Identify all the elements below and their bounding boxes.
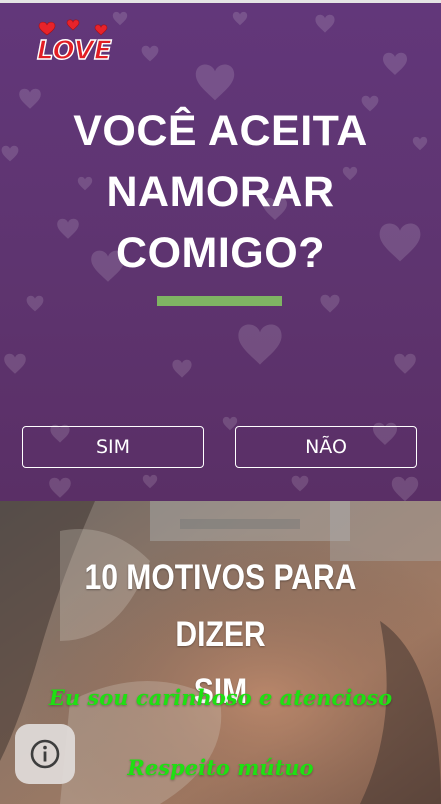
- reasons-title-line: 10 MOTIVOS PARA DIZER: [84, 558, 357, 654]
- accent-divider: [157, 296, 282, 306]
- headline-line: VOCÊ ACEITA: [73, 107, 368, 155]
- svg-text:LOVE: LOVE: [37, 36, 112, 66]
- headline-line: NAMORAR: [106, 168, 335, 216]
- headline-line: COMIGO?: [116, 229, 325, 277]
- yes-button[interactable]: SIM: [22, 426, 204, 468]
- info-button[interactable]: [15, 724, 75, 784]
- page-headline: VOCÊ ACEITA NAMORAR COMIGO?: [20, 101, 421, 284]
- no-button[interactable]: NÃO: [235, 426, 417, 468]
- love-logo-icon: LOVE: [36, 19, 113, 67]
- hero-section: LOVE VOCÊ ACEITA NAMORAR COMIGO? SIM NÃO: [0, 3, 441, 501]
- reason-item: Eu sou carinhoso e atencioso: [48, 685, 393, 710]
- info-icon: [30, 739, 60, 769]
- reason-item: Respeito mútuo: [127, 755, 314, 780]
